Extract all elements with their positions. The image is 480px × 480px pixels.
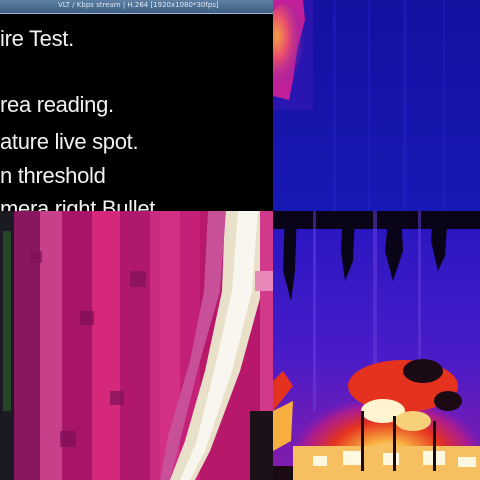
thermal-image-bottom <box>273 211 480 480</box>
text-line-1: ire Test. <box>0 26 74 51</box>
video-title-text: VLT / Kbps stream | H.264 [1920x1080*30f… <box>58 1 219 9</box>
text-line-5: mera right Bullet <box>0 196 156 211</box>
text-overlay-panel: VLT / Kbps stream | H.264 [1920x1080*30f… <box>0 0 273 211</box>
thermal-view-bottom <box>273 211 480 480</box>
zoomed-image <box>0 211 273 480</box>
thermal-view-top <box>273 0 480 211</box>
zoomed-pixel-view <box>0 211 273 480</box>
video-title-bar: VLT / Kbps stream | H.264 [1920x1080*30f… <box>0 0 273 14</box>
text-line-2: rea reading. <box>0 92 114 117</box>
text-line-3: ature live spot. <box>0 129 139 154</box>
thermal-image-top <box>273 0 480 211</box>
text-line-4: n threshold <box>0 163 106 188</box>
